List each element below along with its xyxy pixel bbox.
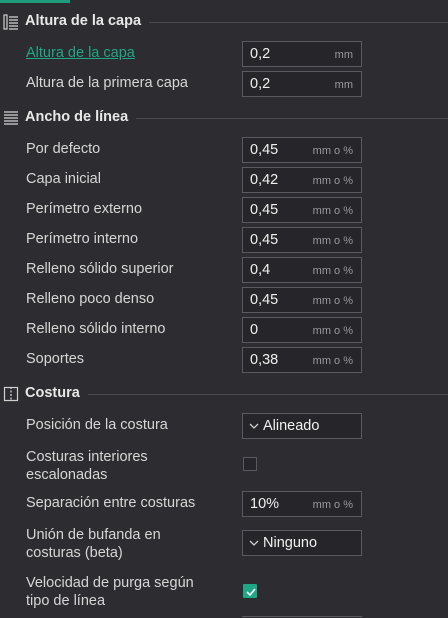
seam-icon: [3, 386, 19, 402]
active-tab-indicator: [0, 0, 70, 3]
layer-height-input[interactable]: 0,2 mm: [242, 41, 362, 67]
field-value[interactable]: 10%: [250, 496, 279, 512]
field-value[interactable]: 0,38: [250, 352, 278, 368]
section-layer-height: Altura de la capa: [0, 11, 448, 33]
setting-layer-height: Altura de la capa 0,2 mm: [0, 41, 448, 67]
setting-label[interactable]: Altura de la capa: [26, 45, 135, 61]
field-unit: mm o %: [312, 295, 353, 307]
seam-position-select[interactable]: Alineado: [242, 413, 362, 439]
field-value[interactable]: 0,45: [250, 292, 278, 308]
first-layer-height-input[interactable]: 0,2 mm: [242, 71, 362, 97]
field-unit: mm o %: [312, 235, 353, 247]
setting-label: Altura de la primera capa: [26, 75, 188, 91]
field-value[interactable]: 0,42: [250, 172, 278, 188]
setting-label: Perímetro interno: [26, 231, 139, 247]
field-value[interactable]: 0,45: [250, 232, 278, 248]
setting-seam-position: Posición de la costura Alineado: [0, 413, 448, 439]
chevron-down-icon: [249, 540, 259, 546]
section-line-width: Ancho de línea: [0, 107, 448, 129]
section-title: Ancho de línea: [25, 109, 137, 125]
field-unit: mm o %: [312, 205, 353, 217]
setting-label: Capa inicial: [26, 171, 101, 187]
setting-label: Soportes: [26, 351, 85, 367]
setting-label: Unión de bufanda en costuras (beta): [26, 527, 161, 561]
internal-solid-infill-width-input[interactable]: 0 mm o %: [242, 317, 362, 343]
field-value[interactable]: 0,4: [250, 262, 270, 278]
field-unit: mm o %: [312, 175, 353, 187]
scarf-seam-select[interactable]: Ninguno: [242, 530, 362, 556]
field-value[interactable]: 0,2: [250, 76, 270, 92]
field-unit: mm o %: [312, 355, 353, 367]
field-unit: mm o %: [312, 265, 353, 277]
setting-scarf-seam: Unión de bufanda en costuras (beta) Ning…: [0, 527, 448, 561]
setting-top-surface-width: Relleno sólido superior 0,4 mm o %: [0, 257, 448, 283]
section-seam: Costura: [0, 383, 448, 405]
setting-label: Relleno poco denso: [26, 291, 155, 307]
setting-label: Relleno sólido superior: [26, 261, 174, 277]
field-unit: mm o %: [312, 145, 353, 157]
initial-layer-width-input[interactable]: 0,42 mm o %: [242, 167, 362, 193]
setting-seam-gap: Separación entre costuras 10% mm o %: [0, 491, 448, 517]
chevron-down-icon: [249, 423, 259, 429]
setting-label: Perímetro externo: [26, 201, 143, 217]
staggered-seams-checkbox[interactable]: [243, 457, 257, 471]
section-title: Altura de la capa: [25, 13, 150, 29]
support-width-input[interactable]: 0,38 mm o %: [242, 347, 362, 373]
setting-first-layer-height: Altura de la primera capa 0,2 mm: [0, 71, 448, 97]
setting-outer-wall-width: Perímetro externo 0,45 mm o %: [0, 197, 448, 223]
field-value[interactable]: 0,45: [250, 142, 278, 158]
seam-gap-input[interactable]: 10% mm o %: [242, 491, 362, 517]
setting-label: Costuras interiores escalonadas: [26, 449, 148, 483]
field-value[interactable]: 0: [250, 322, 258, 338]
checkmark-icon: [246, 588, 256, 597]
select-value[interactable]: Ninguno: [263, 535, 317, 551]
setting-sparse-infill-width: Relleno poco denso 0,45 mm o %: [0, 287, 448, 313]
field-unit: mm: [334, 79, 353, 91]
setting-label: Por defecto: [26, 141, 101, 157]
setting-staggered-seams: Costuras interiores escalonadas: [0, 449, 448, 483]
field-unit: mm o %: [312, 325, 353, 337]
field-value[interactable]: 0,45: [250, 202, 278, 218]
field-unit: mm: [334, 49, 353, 61]
setting-label: Relleno sólido interno: [26, 321, 166, 337]
inner-wall-width-input[interactable]: 0,45 mm o %: [242, 227, 362, 253]
section-title: Costura: [25, 385, 88, 401]
setting-label: Separación entre costuras: [26, 495, 196, 511]
sparse-infill-width-input[interactable]: 0,45 mm o %: [242, 287, 362, 313]
top-surface-width-input[interactable]: 0,4 mm o %: [242, 257, 362, 283]
layer-height-icon: [3, 14, 19, 30]
line-width-icon: [3, 110, 19, 126]
wipe-speed-checkbox[interactable]: [243, 584, 257, 598]
setting-initial-layer-width: Capa inicial 0,42 mm o %: [0, 167, 448, 193]
field-unit: mm o %: [312, 499, 353, 511]
outer-wall-width-input[interactable]: 0,45 mm o %: [242, 197, 362, 223]
setting-label: Velocidad de purga según tipo de línea: [26, 575, 194, 609]
section-divider: [25, 394, 448, 395]
setting-default-width: Por defecto 0,45 mm o %: [0, 137, 448, 163]
select-value[interactable]: Alineado: [263, 418, 319, 434]
setting-internal-solid-infill-width: Relleno sólido interno 0 mm o %: [0, 317, 448, 343]
default-width-input[interactable]: 0,45 mm o %: [242, 137, 362, 163]
setting-label: Posición de la costura: [26, 417, 168, 433]
setting-wipe-speed: Velocidad de purga según tipo de línea: [0, 575, 448, 609]
setting-inner-wall-width: Perímetro interno 0,45 mm o %: [0, 227, 448, 253]
setting-support-width: Soportes 0,38 mm o %: [0, 347, 448, 373]
field-value[interactable]: 0,2: [250, 46, 270, 62]
